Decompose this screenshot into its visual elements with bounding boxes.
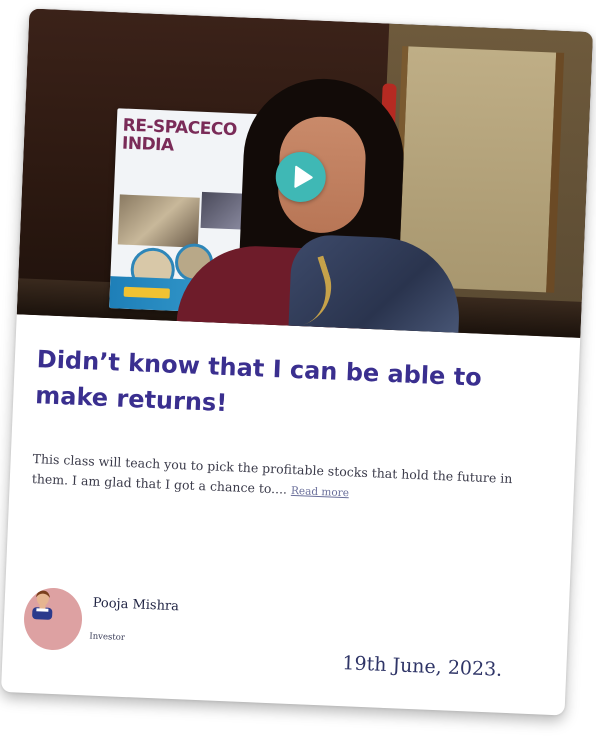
banner-tag <box>123 286 170 299</box>
play-button[interactable] <box>274 150 327 204</box>
testimonial-date: 19th June, 2023. <box>341 652 503 681</box>
banner-photo-secondary <box>200 191 247 230</box>
user-avatar-icon <box>32 590 53 620</box>
banner-title: RE-SPACECO INDIA <box>121 115 238 156</box>
video-thumbnail[interactable]: RE-SPACECO INDIA <box>16 8 594 338</box>
author-role: Investor <box>89 631 126 644</box>
banner-photo <box>117 194 200 248</box>
play-icon <box>294 165 313 188</box>
testimonial-title: Didn’t know that I can be able to make r… <box>34 345 483 418</box>
page: RE-SPACECO INDIA Didn’t know that I can … <box>0 0 596 736</box>
author-name: Pooja Mishra <box>92 595 180 615</box>
testimonial-card: RE-SPACECO INDIA Didn’t know that I can … <box>0 8 594 716</box>
testimonial-description: This class will teach you to pick the pr… <box>31 449 552 512</box>
author-avatar <box>22 586 84 652</box>
description-text: This class will teach you to pick the pr… <box>31 451 513 497</box>
read-more-link[interactable]: Read more <box>291 485 349 499</box>
